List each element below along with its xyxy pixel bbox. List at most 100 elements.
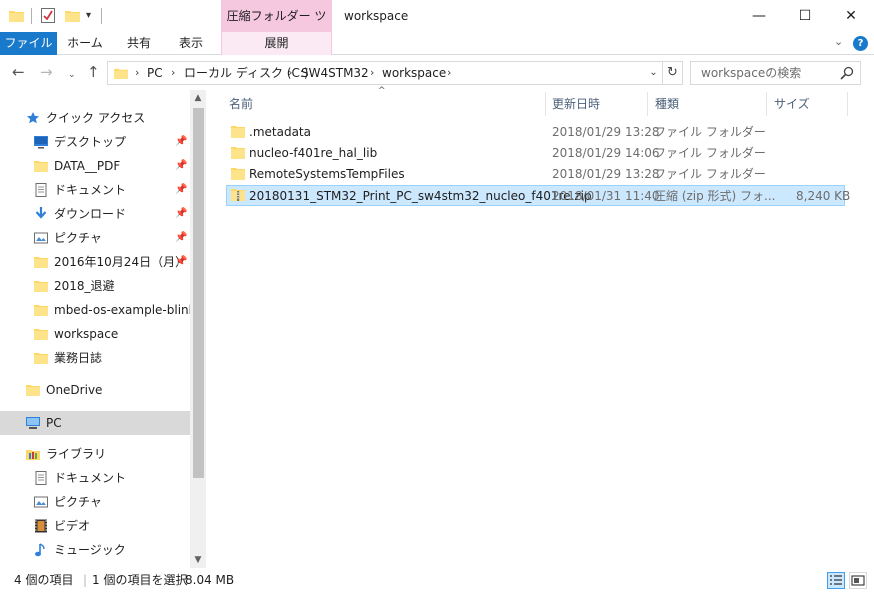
- properties-icon[interactable]: [41, 8, 55, 23]
- pin-icon[interactable]: 📌: [175, 227, 187, 249]
- details-view-button[interactable]: [827, 572, 845, 589]
- desktop-icon: [34, 136, 48, 149]
- picture-icon: [34, 496, 48, 508]
- nav-item-data-pdf[interactable]: DATA__PDF 📌: [0, 155, 190, 177]
- tab-share[interactable]: 共有: [117, 32, 161, 55]
- title-bar: ▾ 圧縮フォルダー ツール workspace — ☐ ✕: [0, 0, 874, 55]
- refresh-icon[interactable]: ↻: [663, 61, 683, 85]
- column-divider[interactable]: [647, 92, 648, 116]
- breadcrumb-workspace[interactable]: workspace: [382, 62, 446, 84]
- nav-item-documents[interactable]: ドキュメント 📌: [0, 179, 190, 201]
- chevron-down-icon[interactable]: ▾: [86, 10, 91, 28]
- tab-home[interactable]: ホーム: [61, 32, 109, 55]
- window-title: workspace: [344, 9, 409, 23]
- new-folder-icon[interactable]: [65, 9, 80, 22]
- breadcrumb-sw4stm32[interactable]: SW4STM32: [301, 62, 369, 84]
- folder-icon: [34, 305, 48, 316]
- nav-item-pictures[interactable]: ピクチャ 📌: [0, 227, 190, 249]
- maximize-button[interactable]: ☐: [782, 0, 828, 32]
- back-arrow-icon[interactable]: ←: [12, 64, 25, 80]
- chevron-right-icon[interactable]: ›: [135, 62, 139, 84]
- nav-onedrive[interactable]: OneDrive: [0, 379, 190, 401]
- column-divider[interactable]: [545, 92, 546, 116]
- file-row[interactable]: nucleo-f401re_hal_lib 2018/01/29 14:06 フ…: [226, 143, 845, 164]
- status-bar: 4 個の項目 | 1 個の項目を選択 8.04 MB: [0, 568, 874, 593]
- nav-item-mbed-os-example-blinky[interactable]: mbed-os-example-blinky: [0, 299, 202, 321]
- nav-item-downloads[interactable]: ダウンロード 📌: [0, 203, 190, 225]
- scroll-down-icon[interactable]: ▼: [190, 552, 206, 568]
- nav-library[interactable]: ライブラリ: [0, 443, 190, 465]
- nav-pc[interactable]: PC: [0, 411, 190, 435]
- item-count: 4 個の項目: [14, 573, 74, 587]
- nav-item-gyomu-nisshi[interactable]: 業務日誌: [0, 347, 190, 369]
- large-icons-view-button[interactable]: [849, 572, 867, 589]
- tab-file[interactable]: ファイル: [0, 32, 57, 55]
- pin-icon[interactable]: 📌: [175, 131, 187, 153]
- address-bar[interactable]: › PC › ローカル ディスク (C:) › SW4STM32 › works…: [107, 61, 663, 85]
- breadcrumb-pc[interactable]: PC: [147, 62, 163, 84]
- star-icon: [27, 112, 39, 124]
- up-arrow-icon[interactable]: ↑: [87, 64, 100, 80]
- tab-extract-container: 展開: [221, 32, 332, 55]
- file-row[interactable]: .metadata 2018/01/29 13:28 ファイル フォルダー: [226, 122, 845, 143]
- document-icon: [35, 183, 47, 197]
- search-placeholder[interactable]: workspaceの検索: [701, 62, 801, 84]
- nav-item-2018-taihi[interactable]: 2018_退避: [0, 275, 190, 297]
- nav-item-2016-folder[interactable]: 2016年10月24日（月） 📌: [0, 251, 190, 273]
- video-icon: [35, 519, 47, 533]
- nav-item-desktop[interactable]: デスクトップ 📌: [0, 131, 190, 153]
- column-header-type[interactable]: 種類: [655, 93, 679, 115]
- column-header-size[interactable]: サイズ: [774, 93, 810, 115]
- minimize-button[interactable]: —: [736, 0, 782, 32]
- file-type: ファイル フォルダー: [654, 167, 766, 181]
- nav-library-music[interactable]: ミュージック: [0, 539, 190, 561]
- column-divider[interactable]: [766, 92, 767, 116]
- selection-count: 1 個の項目を選択: [92, 573, 188, 587]
- nav-library-pictures[interactable]: ピクチャ: [0, 491, 190, 513]
- forward-arrow-icon[interactable]: →: [40, 64, 53, 80]
- chevron-right-icon[interactable]: ›: [447, 62, 451, 84]
- pin-icon[interactable]: 📌: [175, 251, 187, 273]
- file-row-selected[interactable]: 20180131_STM32_Print_PC_sw4stm32_nucleo_…: [226, 185, 850, 206]
- search-box[interactable]: workspaceの検索: [690, 61, 861, 85]
- nav-library-documents[interactable]: ドキュメント: [0, 467, 190, 489]
- nav-item-workspace[interactable]: workspace: [0, 323, 190, 345]
- pin-icon[interactable]: 📌: [175, 203, 187, 225]
- folder-icon: [231, 126, 245, 138]
- file-size: 8,240 KB: [796, 189, 851, 203]
- nav-quick-access[interactable]: クイック アクセス: [0, 107, 190, 129]
- folder-icon: [26, 385, 40, 396]
- file-date: 2018/01/31 11:40: [552, 189, 660, 203]
- expand-ribbon-icon[interactable]: ⌄: [834, 35, 843, 48]
- column-header-name[interactable]: 名前: [229, 93, 253, 115]
- file-name: nucleo-f401re_hal_lib: [249, 146, 378, 160]
- folder-icon[interactable]: [9, 9, 24, 22]
- picture-icon: [34, 232, 48, 244]
- scrollbar-thumb[interactable]: [193, 108, 204, 478]
- search-icon[interactable]: [840, 66, 854, 80]
- large-icons-view-icon: [851, 575, 865, 586]
- file-type: ファイル フォルダー: [654, 125, 766, 139]
- context-tab-compressed-folder-tools[interactable]: 圧縮フォルダー ツール: [221, 0, 332, 55]
- sort-ascending-icon: ^: [378, 86, 386, 96]
- pin-icon[interactable]: 📌: [175, 155, 187, 177]
- help-icon[interactable]: ?: [853, 36, 868, 51]
- tab-extract[interactable]: 展開: [222, 32, 331, 55]
- toolbar-divider: [101, 8, 102, 24]
- file-row[interactable]: RemoteSystemsTempFiles 2018/01/29 13:28 …: [226, 164, 845, 185]
- scroll-up-icon[interactable]: ▲: [190, 90, 206, 106]
- chevron-right-icon[interactable]: ›: [171, 62, 175, 84]
- close-button[interactable]: ✕: [828, 0, 874, 32]
- chevron-right-icon[interactable]: ›: [370, 62, 374, 84]
- nav-library-videos[interactable]: ビデオ: [0, 515, 190, 537]
- file-date: 2018/01/29 13:28: [552, 167, 660, 181]
- address-dropdown-icon[interactable]: ⌄: [645, 61, 663, 85]
- recent-locations-icon[interactable]: ⌄: [68, 67, 76, 83]
- tab-view[interactable]: 表示: [169, 32, 213, 55]
- folder-icon: [34, 161, 48, 172]
- pin-icon[interactable]: 📌: [175, 179, 187, 201]
- column-header-date[interactable]: 更新日時: [552, 93, 600, 115]
- library-icon: [26, 450, 40, 460]
- column-divider[interactable]: [847, 92, 848, 116]
- chevron-right-icon[interactable]: ›: [288, 62, 292, 84]
